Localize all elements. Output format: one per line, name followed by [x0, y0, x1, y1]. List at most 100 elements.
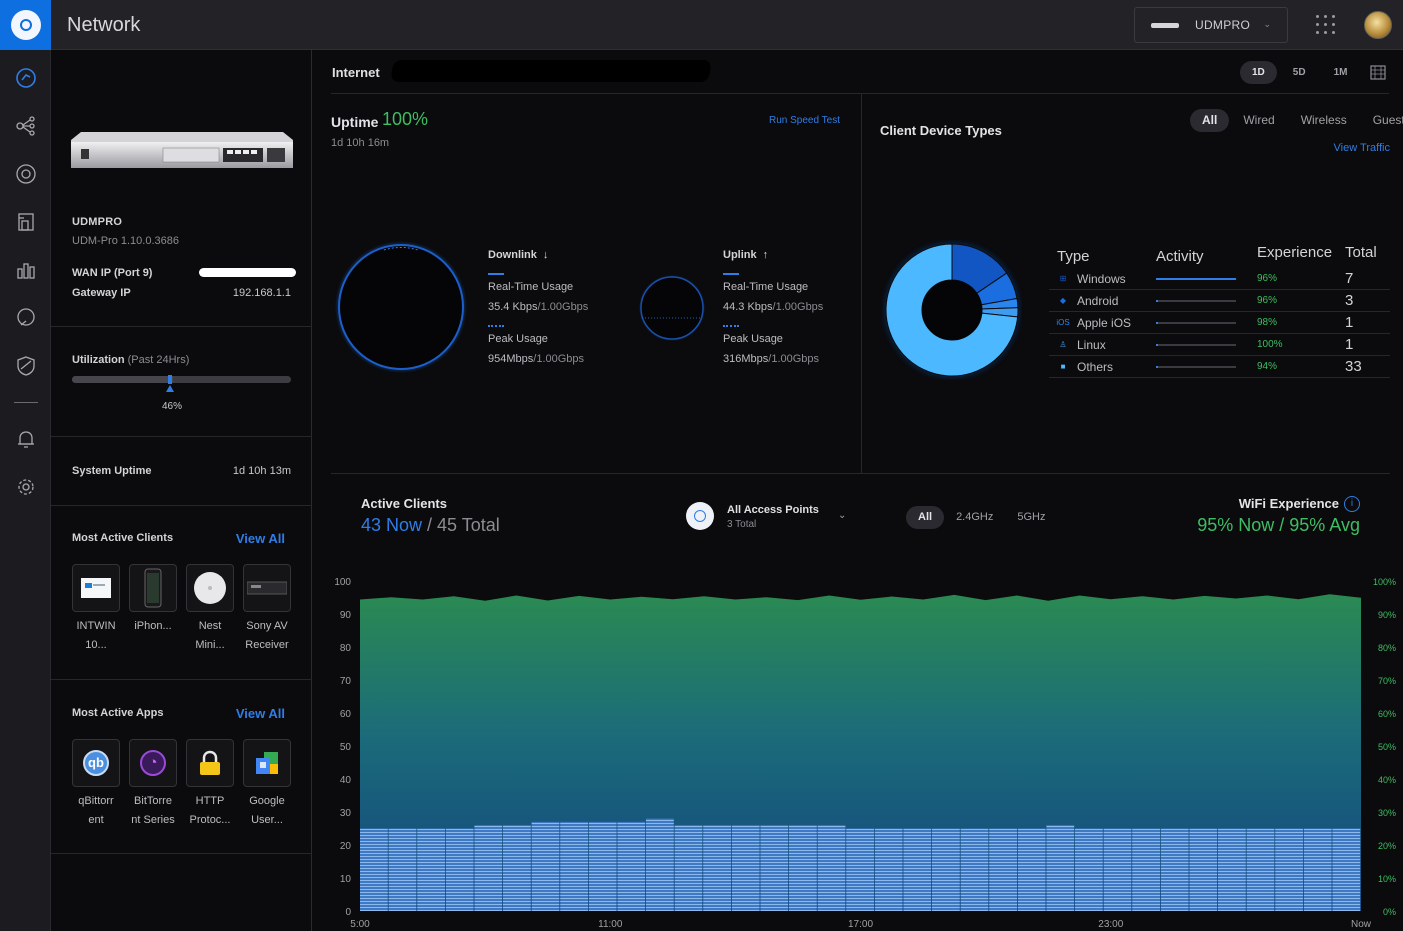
- realtime-legend-line: [723, 273, 739, 275]
- settings-icon[interactable]: [13, 474, 39, 500]
- range-tab-1m[interactable]: 1M: [1322, 61, 1360, 84]
- client-tile[interactable]: INTWIN 10...: [72, 564, 120, 655]
- devices-icon[interactable]: [13, 161, 39, 187]
- divider: [51, 679, 312, 680]
- qbittorrent-icon: qb: [83, 750, 109, 776]
- app-tile[interactable]: HTTP Protoc...: [186, 739, 234, 830]
- table-row[interactable]: ◆ Android 96% 3: [1049, 290, 1390, 312]
- insights-icon[interactable]: [13, 305, 39, 331]
- nest-mini-icon: [194, 572, 226, 604]
- downlink-stats: Downlink ↓ Real-Time Usage 35.4 Kbps/1.00…: [488, 249, 588, 365]
- y-left-tick: 90: [340, 610, 352, 621]
- arrow-up-icon: ↑: [762, 249, 769, 261]
- active-clients-bar: [1132, 828, 1160, 911]
- most-active-clients-view-all[interactable]: View All: [221, 531, 285, 546]
- range-tab-1d[interactable]: 1D: [1240, 61, 1277, 84]
- table-row[interactable]: ♙ Linux 100% 1: [1049, 334, 1390, 356]
- table-row[interactable]: ⊞ Windows 96% 7: [1049, 268, 1390, 290]
- nav-rail: [0, 50, 51, 931]
- chevron-down-icon: ⌄: [1263, 19, 1271, 29]
- client-type-tabs: All Wired Wireless Guest: [1190, 109, 1403, 132]
- y-left-tick: 100: [334, 577, 351, 588]
- row-type-label: Windows: [1077, 271, 1126, 286]
- others-icon: ■: [1060, 362, 1066, 371]
- active-clients-bar: [1103, 828, 1132, 911]
- y-left-tick: 70: [340, 676, 352, 687]
- active-clients-bar: [531, 821, 560, 911]
- y-right-tick: 70%: [1378, 676, 1396, 686]
- range-tab-5d[interactable]: 5D: [1281, 61, 1318, 84]
- chevron-down-icon[interactable]: ⌄: [838, 510, 846, 521]
- device-select[interactable]: UDMPRO ⌄: [1134, 7, 1288, 43]
- table-row[interactable]: ■ Others 94% 33: [1049, 356, 1390, 378]
- peak-legend-line: [723, 325, 739, 327]
- utilization-label: Utilization (Past 24Hrs): [72, 354, 190, 366]
- app-tile[interactable]: qb qBittorr ent: [72, 739, 120, 830]
- app-label: qBittorr ent: [78, 795, 114, 826]
- app-label: Google User...: [249, 795, 285, 826]
- statistics-icon[interactable]: [13, 257, 39, 283]
- most-active-apps-view-all[interactable]: View All: [221, 706, 285, 721]
- active-clients-bar: [560, 821, 588, 911]
- dashboard-icon[interactable]: [13, 65, 39, 91]
- column-header-experience: Experience: [1257, 244, 1333, 261]
- active-clients-bar: [1017, 828, 1046, 911]
- table-row[interactable]: iOS Apple iOS 98% 1: [1049, 312, 1390, 334]
- y-left-tick: 50: [340, 742, 352, 753]
- view-traffic-link[interactable]: View Traffic: [1292, 142, 1390, 154]
- active-clients-bar: [903, 828, 932, 911]
- ubiquiti-logo-icon[interactable]: [0, 0, 51, 50]
- access-point-select[interactable]: All Access Points: [727, 504, 819, 516]
- uplink-peak-label: Peak Usage: [723, 333, 783, 345]
- row-type-label: Apple iOS: [1077, 315, 1132, 330]
- topology-icon[interactable]: [13, 113, 39, 139]
- client-tile[interactable]: Nest Mini...: [186, 564, 234, 655]
- tab-guest[interactable]: Guest: [1361, 109, 1403, 132]
- uplink-realtime-label: Real-Time Usage: [723, 281, 809, 293]
- x-tick: 5:00: [350, 919, 370, 930]
- band-tab-5ghz[interactable]: 5GHz: [1005, 506, 1057, 529]
- app-tile[interactable]: Google User...: [243, 739, 291, 830]
- active-clients-title: Active Clients: [361, 496, 447, 511]
- device-model: UDM-Pro 1.10.0.3686: [72, 235, 179, 247]
- access-point-count: 3 Total: [727, 519, 757, 530]
- client-label: INTWIN 10...: [76, 620, 116, 651]
- system-uptime-label: System Uptime: [72, 465, 152, 477]
- security-icon[interactable]: [13, 353, 39, 379]
- client-tile[interactable]: iPhon...: [129, 564, 177, 655]
- app-tile[interactable]: ◔ BitTorre nt Series: [129, 739, 177, 830]
- active-clients-bar: [360, 828, 388, 911]
- clients-icon[interactable]: [13, 209, 39, 235]
- bittorrent-icon: ◔: [140, 750, 166, 776]
- y-right-tick: 80%: [1378, 643, 1396, 653]
- activity-bar: [1156, 277, 1236, 280]
- y-right-tick: 60%: [1378, 709, 1396, 719]
- active-clients-bar: [388, 828, 417, 911]
- client-tile[interactable]: Sony AV Receiver: [243, 564, 291, 655]
- vertical-divider: [861, 93, 862, 473]
- x-tick: 23:00: [1098, 919, 1123, 930]
- tab-wired[interactable]: Wired: [1231, 109, 1286, 132]
- uptime-value: 100%: [382, 109, 429, 129]
- run-speed-test-link[interactable]: Run Speed Test: [732, 115, 840, 126]
- info-icon[interactable]: i: [1344, 496, 1360, 512]
- client-label: iPhon...: [134, 620, 172, 632]
- activity-bar: [1156, 343, 1236, 346]
- utilization-marker: [168, 375, 172, 384]
- tab-all[interactable]: All: [1190, 109, 1230, 132]
- apps-grid-icon[interactable]: [1316, 15, 1336, 35]
- tab-wireless[interactable]: Wireless: [1289, 109, 1359, 132]
- alerts-icon[interactable]: [13, 426, 39, 452]
- access-point-icon[interactable]: [686, 502, 714, 530]
- y-right-tick: 10%: [1378, 874, 1396, 884]
- band-tab-2-4ghz[interactable]: 2.4GHz: [944, 506, 1005, 529]
- device-icon: [1151, 22, 1179, 28]
- divider: [51, 436, 312, 437]
- y-left-tick: 40: [340, 775, 352, 786]
- downlink-label: Downlink: [488, 249, 537, 261]
- calendar-icon[interactable]: [1370, 64, 1386, 80]
- y-right-tick: 90%: [1378, 610, 1396, 620]
- band-tab-all[interactable]: All: [906, 506, 945, 529]
- user-avatar[interactable]: [1364, 11, 1392, 39]
- active-clients-bar: [989, 828, 1017, 911]
